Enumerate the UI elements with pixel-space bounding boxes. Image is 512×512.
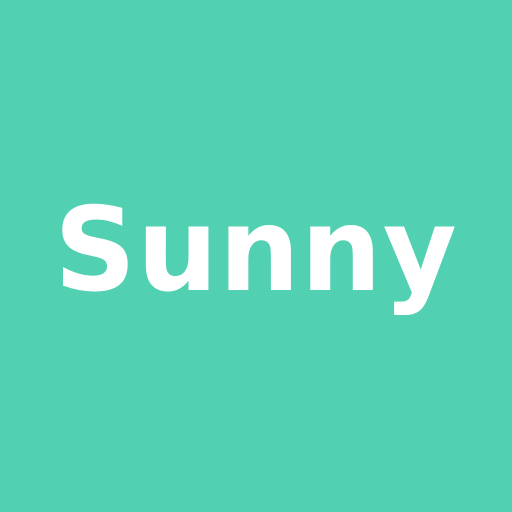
logo-tile: Sunny (0, 0, 512, 512)
logo-text: Sunny (54, 183, 458, 318)
logo-wordmark: Sunny (0, 0, 512, 512)
